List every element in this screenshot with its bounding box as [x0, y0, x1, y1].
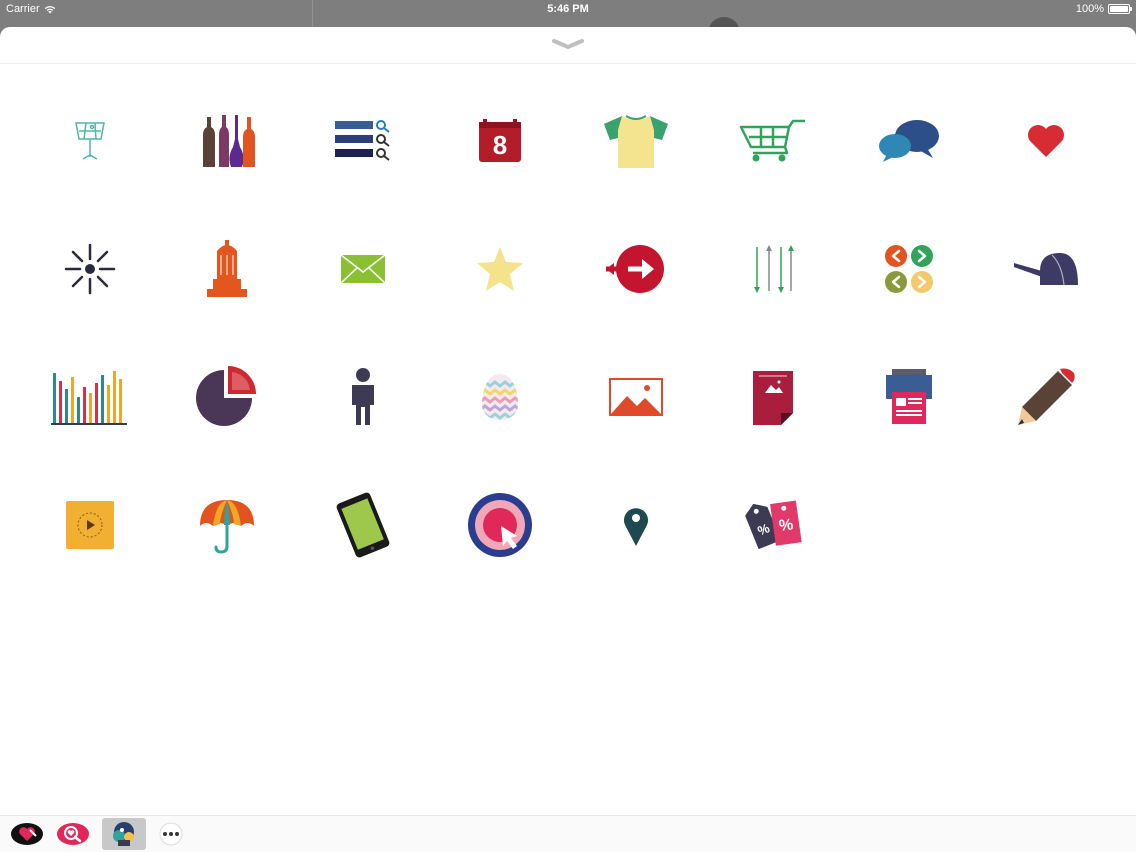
sticker-heart[interactable]	[978, 77, 1115, 205]
sticker-exit-arrow[interactable]	[568, 205, 705, 333]
sticker-cap[interactable]	[978, 205, 1115, 333]
chat-bubbles-icon	[879, 120, 940, 162]
screen: Carrier 5:46 PM 100% 8 % %	[0, 0, 1136, 852]
heart-sticker-app-icon	[11, 823, 43, 845]
more-apps-icon	[159, 822, 183, 846]
sticker-star[interactable]	[432, 205, 569, 333]
sticker-search-list[interactable]	[295, 77, 432, 205]
person-icon	[352, 368, 375, 425]
bar-chart-icon	[51, 371, 128, 425]
collapse-sheet-button[interactable]	[548, 37, 588, 51]
sticker-pack-app-icon	[113, 822, 134, 846]
sticker-sort-arrows[interactable]	[705, 205, 842, 333]
search-list-icon	[335, 120, 390, 161]
pie-chart-icon	[195, 366, 256, 426]
sparkle-icon	[65, 243, 116, 295]
battery-icon	[1108, 4, 1132, 14]
cap-icon	[1013, 253, 1078, 286]
sticker-bottles[interactable]	[159, 77, 296, 205]
star-icon	[476, 247, 523, 291]
app-drawer-item-sticker-pack[interactable]	[102, 818, 146, 850]
sticker-video-play[interactable]	[22, 461, 159, 589]
easter-egg-icon	[481, 374, 518, 420]
sticker-tshirt[interactable]	[568, 77, 705, 205]
app-drawer	[0, 815, 1136, 852]
sticker-sheet: 8 % %	[0, 27, 1136, 852]
search-heart-app-icon	[57, 823, 89, 845]
sticker-monument[interactable]	[159, 205, 296, 333]
sticker-calendar[interactable]: 8	[432, 77, 569, 205]
chevron-down-icon	[552, 39, 584, 49]
sticker-navigation-arrows[interactable]	[841, 205, 978, 333]
envelope-icon	[340, 254, 386, 284]
sticker-printer[interactable]	[841, 333, 978, 461]
sheet-header-divider	[0, 63, 1136, 64]
monument-icon	[206, 240, 247, 297]
sticker-pie-chart[interactable]	[159, 333, 296, 461]
calendar-day: 8	[493, 130, 507, 160]
sticker-location-pin[interactable]	[568, 461, 705, 589]
battery-fill	[1110, 6, 1128, 12]
sticker-sparkle[interactable]	[22, 205, 159, 333]
navigation-arrows-icon	[885, 245, 934, 293]
sticker-envelope[interactable]	[295, 205, 432, 333]
app-drawer-more-button[interactable]	[154, 820, 188, 848]
sticker-landscape-image[interactable]	[568, 333, 705, 461]
shopping-cart-icon	[739, 119, 805, 162]
sticker-target-click[interactable]	[432, 461, 569, 589]
sticker-umbrella[interactable]	[159, 461, 296, 589]
sticker-grid: 8 % %	[22, 77, 1114, 589]
bottles-icon	[202, 115, 255, 167]
sticker-photo-document[interactable]	[705, 333, 842, 461]
sticker-easter-egg[interactable]	[432, 333, 569, 461]
target-click-icon	[467, 493, 532, 557]
app-drawer-item-search-heart[interactable]	[56, 820, 90, 848]
heart-icon	[1027, 125, 1064, 157]
discount-tags-icon: % %	[744, 500, 802, 550]
sticker-pencil[interactable]	[978, 333, 1115, 461]
video-play-icon	[66, 501, 115, 549]
location-pin-icon	[624, 508, 649, 546]
status-time: 5:46 PM	[547, 3, 589, 15]
music-stand-icon	[75, 122, 106, 160]
calendar-icon: 8	[478, 119, 521, 162]
sticker-person[interactable]	[295, 333, 432, 461]
exit-arrow-icon	[606, 245, 665, 293]
battery-group: 100%	[1075, 3, 1132, 15]
app-drawer-item-heart-sticker[interactable]	[10, 820, 44, 848]
tshirt-icon	[604, 115, 669, 168]
sticker-music-stand[interactable]	[22, 77, 159, 205]
sticker-tablet[interactable]	[295, 461, 432, 589]
tablet-icon	[336, 492, 390, 558]
status-bar: Carrier 5:46 PM 100%	[0, 0, 1136, 20]
sticker-discount-tags[interactable]: % %	[705, 461, 842, 589]
sticker-chat-bubbles[interactable]	[841, 77, 978, 205]
printer-icon	[886, 369, 933, 424]
umbrella-icon	[199, 500, 254, 554]
sticker-bar-chart[interactable]	[22, 333, 159, 461]
battery-percentage: 100%	[1075, 3, 1104, 15]
sort-arrows-icon	[753, 245, 794, 293]
landscape-image-icon	[609, 378, 664, 416]
photo-document-icon	[752, 371, 793, 425]
sticker-shopping-cart[interactable]	[705, 77, 842, 205]
tag-front-label: %	[778, 516, 794, 535]
pencil-icon	[1017, 368, 1075, 425]
background-divider	[312, 0, 313, 27]
